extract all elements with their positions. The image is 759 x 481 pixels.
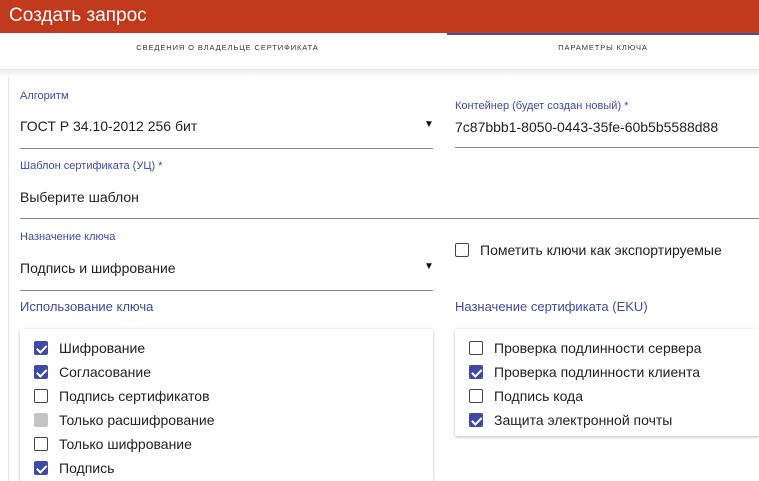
eku-item-label: Подпись кода xyxy=(494,388,584,404)
key-usage-item-encipherment[interactable]: Шифрование xyxy=(34,338,145,358)
algorithm-label: Алгоритм xyxy=(20,90,69,102)
exportable-label: Пометить ключи как экспортируемые xyxy=(480,242,722,258)
checkbox-disabled-icon xyxy=(34,413,48,427)
key-purpose-label: Назначение ключа xyxy=(20,231,116,243)
active-tab-indicator xyxy=(447,33,759,35)
key-usage-item-label: Согласование xyxy=(59,364,151,380)
key-usage-item-label: Подпись xyxy=(59,460,115,476)
template-label: Шаблон сертификата (УЦ) * xyxy=(20,160,163,172)
eku-title: Назначение сертификата (EKU) xyxy=(455,299,648,314)
checkbox-checked-icon[interactable] xyxy=(34,341,48,355)
container-field[interactable]: 7c87bbb1-8050-0443-35fe-60b5b5588d88 xyxy=(455,119,718,135)
algorithm-underline xyxy=(20,148,433,149)
key-usage-item-cert-sign[interactable]: Подпись сертификатов xyxy=(34,386,210,406)
eku-item-client-auth[interactable]: Проверка подлинности клиента xyxy=(469,362,700,382)
container-underline xyxy=(455,147,759,148)
container-label: Контейнер (будет создан новый) * xyxy=(455,100,629,112)
checkbox-icon[interactable] xyxy=(469,341,483,355)
checkbox-icon[interactable] xyxy=(469,389,483,403)
tab-key-parameters[interactable]: ПАРАМЕТРЫ КЛЮЧА xyxy=(447,33,759,69)
key-usage-item-agreement[interactable]: Согласование xyxy=(34,362,151,382)
caret-down-icon[interactable]: ▼ xyxy=(424,119,434,130)
algorithm-select[interactable]: ГОСТ Р 34.10-2012 256 бит xyxy=(20,118,197,134)
checkbox-checked-icon[interactable] xyxy=(34,461,48,475)
exportable-checkbox-row[interactable]: Пометить ключи как экспортируемые xyxy=(455,240,722,260)
key-purpose-underline xyxy=(20,290,433,291)
tab-divider xyxy=(0,69,759,77)
checkbox-checked-icon[interactable] xyxy=(34,365,48,379)
key-usage-item-encipher-only[interactable]: Только шифрование xyxy=(34,434,192,454)
eku-item-label: Проверка подлинности клиента xyxy=(494,364,701,380)
template-underline xyxy=(20,218,759,219)
eku-item-label: Проверка подлинности сервера xyxy=(494,340,702,356)
key-usage-item-label: Только расшифрование xyxy=(59,412,215,428)
key-usage-item-decipher-only: Только расшифрование xyxy=(34,410,214,430)
key-usage-title: Использование ключа xyxy=(20,299,154,314)
eku-item-code-signing[interactable]: Подпись кода xyxy=(469,386,583,406)
eku-item-email-protection[interactable]: Защита электронной почты xyxy=(469,410,672,430)
caret-down-icon[interactable]: ▼ xyxy=(424,261,434,272)
checkbox-icon[interactable] xyxy=(34,389,48,403)
key-usage-item-label: Шифрование xyxy=(59,340,146,356)
tab-bar: СВЕДЕНИЯ О ВЛАДЕЛЬЦЕ СЕРТИФИКАТА ПАРАМЕТ… xyxy=(0,33,759,69)
key-usage-item-label: Только шифрование xyxy=(59,436,192,452)
key-usage-item-digital-signature[interactable]: Подпись xyxy=(34,458,114,478)
key-purpose-select[interactable]: Подпись и шифрование xyxy=(20,260,176,276)
page-title: Создать запрос xyxy=(9,5,147,26)
eku-item-server-auth[interactable]: Проверка подлинности сервера xyxy=(469,338,701,358)
eku-item-label: Защита электронной почты xyxy=(494,412,673,428)
tab-owner-info[interactable]: СВЕДЕНИЯ О ВЛАДЕЛЬЦЕ СЕРТИФИКАТА xyxy=(8,33,447,69)
checkbox-icon[interactable] xyxy=(34,437,48,451)
template-select[interactable]: Выберите шаблон xyxy=(20,189,139,205)
eku-panel: Проверка подлинности сервера Проверка по… xyxy=(455,329,759,436)
checkbox-checked-icon[interactable] xyxy=(469,413,483,427)
key-usage-item-label: Подпись сертификатов xyxy=(59,388,210,404)
checkbox-icon[interactable] xyxy=(455,243,469,257)
checkbox-checked-icon[interactable] xyxy=(469,365,483,379)
title-bar: Создать запрос xyxy=(0,0,759,33)
key-usage-panel: Шифрование Согласование Подпись сертифик… xyxy=(20,329,433,481)
